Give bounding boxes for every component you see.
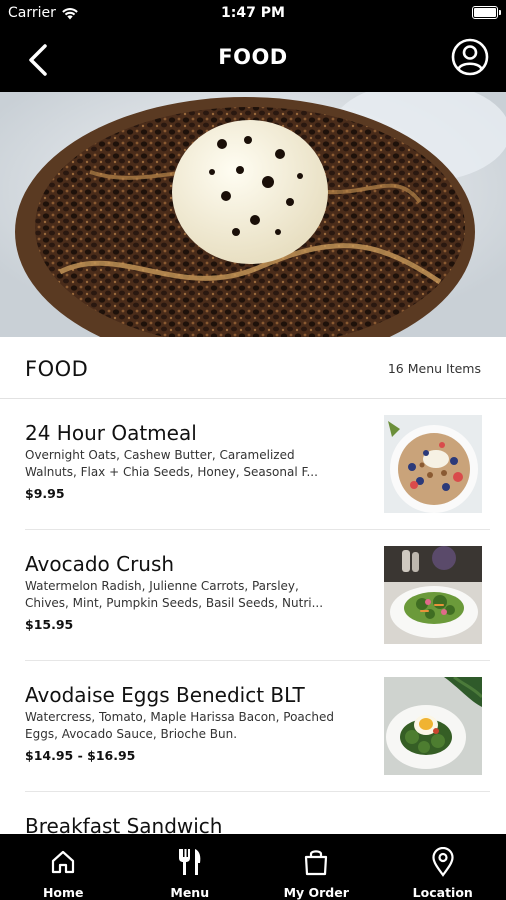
menu-item-price: $14.95 - $16.95 (25, 748, 136, 763)
status-time: 1:47 PM (221, 5, 285, 21)
nav-bar: FOOD (0, 28, 506, 92)
shopping-bag-icon (305, 850, 328, 876)
tab-bar: Home Menu My Order Location (0, 834, 506, 900)
tab-menu[interactable]: Menu (127, 834, 254, 900)
menu-item[interactable]: Avocado Crush Watermelon Radish, Julienn… (25, 530, 490, 661)
section-header: FOOD 16 Menu Items (0, 337, 506, 399)
section-title: FOOD (25, 357, 89, 381)
menu-item-count: 16 Menu Items (387, 361, 481, 376)
tab-label: Location (412, 885, 473, 900)
menu-item-thumbnail (384, 546, 482, 644)
menu-item-thumbnail (384, 677, 482, 775)
menu-item-name: 24 Hour Oatmeal (25, 421, 197, 445)
avocado-toast-photo (384, 546, 482, 644)
battery-icon (472, 6, 501, 19)
menu-item-price: $15.95 (25, 617, 74, 632)
home-icon (52, 850, 75, 874)
oatmeal-bowl-photo (384, 415, 482, 513)
menu-item[interactable]: 24 Hour Oatmeal Overnight Oats, Cashew B… (25, 399, 490, 530)
tab-label: My Order (283, 885, 349, 900)
hero-image (0, 92, 506, 337)
menu-item-description: Overnight Oats, Cashew Butter, Carameliz… (25, 448, 318, 479)
page-title: FOOD (218, 45, 288, 69)
map-pin-icon (432, 847, 454, 877)
profile-button[interactable] (450, 37, 490, 77)
menu-item-description: Watercress, Tomato, Maple Harissa Bacon,… (25, 710, 334, 741)
tab-label: Home (42, 885, 84, 900)
menu-item-description: Watermelon Radish, Julienne Carrots, Par… (25, 579, 324, 610)
menu-item-name: Avocado Crush (25, 552, 175, 576)
chocolate-dessert-photo (0, 92, 506, 337)
menu-item[interactable]: Avodaise Eggs Benedict BLT Watercress, T… (25, 661, 490, 792)
status-bar: Carrier 1:47 PM (0, 0, 506, 28)
fork-knife-icon (178, 849, 201, 875)
tab-home[interactable]: Home (0, 834, 127, 900)
menu-item-price: $9.95 (25, 486, 65, 501)
eggs-benedict-photo (384, 677, 482, 775)
user-circle-icon (451, 38, 489, 76)
menu-item-thumbnail (384, 415, 482, 513)
menu-item-name: Avodaise Eggs Benedict BLT (25, 683, 305, 707)
tab-my-order[interactable]: My Order (253, 834, 380, 900)
tab-label: Menu (170, 885, 210, 900)
tab-location[interactable]: Location (380, 834, 506, 900)
